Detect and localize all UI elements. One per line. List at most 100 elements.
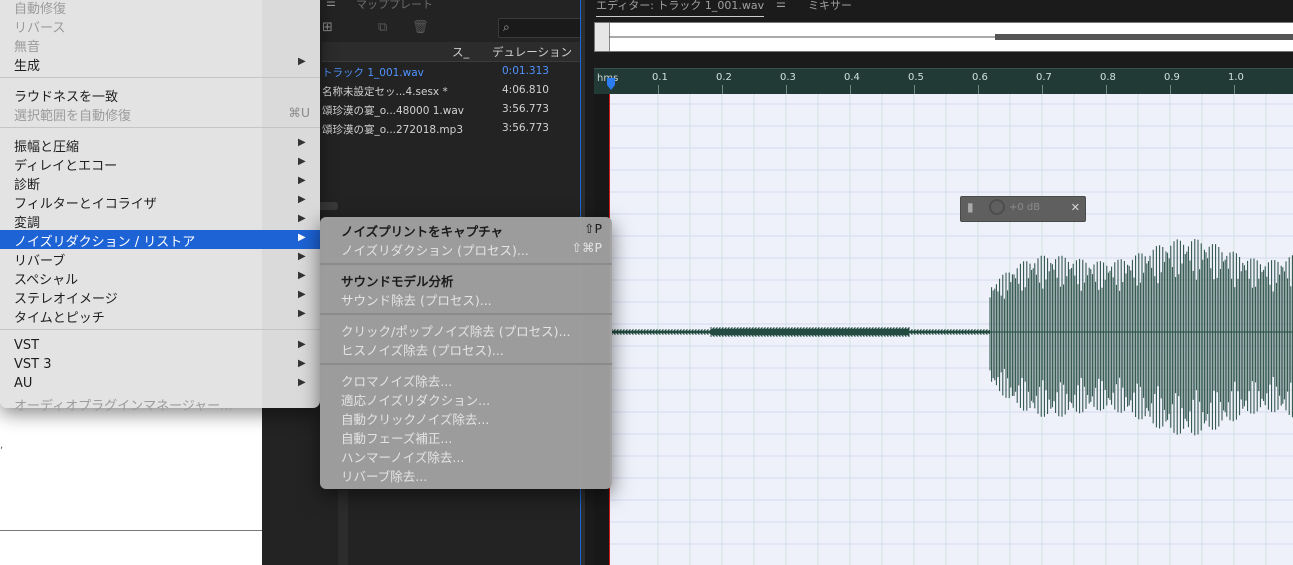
search-icon: ⌕ xyxy=(503,20,510,34)
submenu-item-label: ノイズプリントをキャプチャ xyxy=(341,224,504,239)
volume-value[interactable]: +0 dB xyxy=(1009,202,1040,213)
menu-item[interactable]: ノイズリダクション / リストア ▶ xyxy=(0,230,320,250)
ruler-tick-label: 0.8 xyxy=(1100,72,1116,83)
tab-editor[interactable]: エディター: トラック 1_001.wav xyxy=(596,0,765,17)
submenu-item-label: 自動フェーズ補正... xyxy=(341,431,453,446)
menu-item-label: 選択範囲を自動修復 xyxy=(14,109,132,124)
menu-item[interactable]: リバーブ ▶ xyxy=(0,249,320,269)
submenu-item: リバーブ除去... xyxy=(320,465,612,484)
file-duration: 4:06.810 xyxy=(502,84,549,96)
overview-wave-svg xyxy=(609,34,1293,40)
submenu-arrow-icon: ▶ xyxy=(298,358,306,369)
ruler-tick-label: 0.5 xyxy=(908,72,924,83)
submenu-item: 自動クリックノイズ除去... xyxy=(320,408,612,427)
file-row[interactable]: 頌珍漠の宴_o...48000 1.wav 3:56.773 xyxy=(322,100,580,119)
menu-item[interactable]: ラウドネスを一致 xyxy=(0,85,320,105)
submenu-item: 自動フェーズ補正... xyxy=(320,427,612,446)
submenu-item-label: ハンマーノイズ除去... xyxy=(341,450,465,465)
file-name: 頌珍漠の宴_o...272018.mp3 xyxy=(322,124,463,136)
submenu-item: ヒスノイズ除去 (プロセス)... xyxy=(320,339,612,358)
submenu-arrow-icon: ▶ xyxy=(298,232,306,243)
menu-item-label: 診断 xyxy=(14,178,41,193)
menu-item[interactable]: 変調 ▶ xyxy=(0,211,320,231)
level-meter-icon: ▮ xyxy=(967,200,974,214)
menu-item-label: 振幅と圧縮 xyxy=(14,140,80,155)
menu-item-label: ノイズリダクション / リストア xyxy=(14,235,196,250)
waveform-area[interactable] xyxy=(610,94,1293,565)
submenu-separator xyxy=(320,363,612,365)
file-name: トラック 1_001.wav xyxy=(322,67,424,79)
menu-item-label: ステレオイメージ xyxy=(14,292,118,307)
volume-hud[interactable]: ▮ +0 dB ✕ xyxy=(960,196,1086,222)
file-duration: 0:01.313 xyxy=(502,65,549,77)
file-row[interactable]: トラック 1_001.wav 0:01.313 xyxy=(322,62,580,81)
document-mark: , xyxy=(0,440,4,451)
submenu-arrow-icon: ▶ xyxy=(298,56,306,67)
menu-item-label: 変調 xyxy=(14,216,41,231)
submenu-item: 適応ノイズリダクション... xyxy=(320,389,612,408)
submenu-arrow-icon: ▶ xyxy=(298,289,306,300)
file-row[interactable]: 名称未設定セッ...4.sesx * 4:06.810 xyxy=(322,81,580,100)
ruler-tick-label: 0.6 xyxy=(972,72,988,83)
menu-item-label: フィルターとイコライザ xyxy=(14,197,157,212)
menu-separator xyxy=(0,329,320,330)
submenu-item-label: クリック/ポップノイズ除去 (プロセス)... xyxy=(341,324,571,339)
panel-menu-icon[interactable]: ☰ xyxy=(326,0,336,9)
file-duration: 3:56.773 xyxy=(502,103,549,115)
submenu-item: ハンマーノイズ除去... xyxy=(320,446,612,465)
menu-item[interactable]: フィルターとイコライザ ▶ xyxy=(0,192,320,212)
submenu-item[interactable]: ノイズプリントをキャプチャ ⇧P xyxy=(320,220,612,239)
menu-shortcut: ⌘U xyxy=(288,105,310,120)
submenu-item[interactable]: サウンドモデル分析 xyxy=(320,270,612,289)
menu-item-label: リバース xyxy=(14,21,66,36)
menu-item[interactable]: VST 3 ▶ xyxy=(0,356,320,375)
menu-item[interactable]: 生成 ▶ xyxy=(0,54,320,74)
menu-item: 無音 xyxy=(0,35,320,55)
menu-item-label: VST xyxy=(14,338,40,353)
overview-waveform[interactable] xyxy=(594,22,1293,52)
menu-item[interactable]: スペシャル ▶ xyxy=(0,268,320,288)
editor-panel: エディター: トラック 1_001.wav ☰ ミキサー hms 0.10.20… xyxy=(580,0,1293,565)
ruler-tick-label: 0.2 xyxy=(716,72,732,83)
insert-multitrack-icon[interactable]: ⧉ xyxy=(378,20,387,35)
menu-item-label: タイムとピッチ xyxy=(14,311,105,326)
ruler-tick-label: 1.0 xyxy=(1228,72,1244,83)
column-status[interactable]: ス_ xyxy=(452,44,469,60)
tab-mixer[interactable]: ミキサー xyxy=(808,0,852,13)
menu-item[interactable]: VST ▶ xyxy=(0,337,320,356)
menu-item-label: 生成 xyxy=(14,59,41,74)
column-duration[interactable]: デュレーション xyxy=(492,44,572,60)
menu-item[interactable]: タイムとピッチ ▶ xyxy=(0,306,320,326)
menu-separator xyxy=(0,77,320,78)
submenu-arrow-icon: ▶ xyxy=(298,308,306,319)
ruler-tick-label: 0.1 xyxy=(652,72,668,83)
playhead-icon[interactable] xyxy=(606,78,616,90)
new-file-icon[interactable]: ⊞ xyxy=(322,20,333,35)
timeline-ruler[interactable]: hms 0.10.20.30.40.50.60.70.80.91.0 xyxy=(594,68,1293,95)
volume-knob-icon[interactable] xyxy=(989,199,1005,215)
panel-scrollbar[interactable] xyxy=(338,490,348,565)
pin-icon[interactable]: ✕ xyxy=(1071,201,1080,214)
menu-item[interactable]: 振幅と圧縮 ▶ xyxy=(0,135,320,155)
menu-item: リバース xyxy=(0,16,320,36)
effects-menu: 自動修復 リバース 無音 生成 ▶ ラウドネスを一致 選択範囲を自動修復 ⌘U 振幅と圧縮 ▶ ディ… xyxy=(0,0,320,414)
file-name: 頌珍漠の宴_o...48000 1.wav xyxy=(322,105,464,117)
menu-item[interactable]: ディレイとエコー ▶ xyxy=(0,154,320,174)
submenu-shortcut: ⇧⌘P xyxy=(571,240,602,255)
file-row[interactable]: 頌珍漠の宴_o...272018.mp3 3:56.773 xyxy=(322,119,580,138)
trash-icon[interactable]: 🗑 xyxy=(412,20,429,35)
waveform-svg xyxy=(610,94,1293,565)
tab-templates[interactable]: マッププレート xyxy=(356,0,433,12)
tab-menu-icon[interactable]: ☰ xyxy=(776,0,786,10)
submenu-item-label: ヒスノイズ除去 (プロセス)... xyxy=(341,343,504,358)
submenu-item: サウンド除去 (プロセス)... xyxy=(320,289,612,308)
menu-item[interactable]: AU ▶ xyxy=(0,375,320,394)
menu-item-label: スペシャル xyxy=(14,273,79,288)
submenu-arrow-icon: ▶ xyxy=(298,251,306,262)
menu-item[interactable]: ステレオイメージ ▶ xyxy=(0,287,320,307)
menu-item: 選択範囲を自動修復 ⌘U xyxy=(0,104,320,124)
submenu-item: クリック/ポップノイズ除去 (プロセス)... xyxy=(320,320,612,339)
menu-item-label: ラウドネスを一致 xyxy=(14,90,119,105)
menu-item[interactable]: 診断 ▶ xyxy=(0,173,320,193)
submenu-item-label: サウンドモデル分析 xyxy=(341,274,454,289)
